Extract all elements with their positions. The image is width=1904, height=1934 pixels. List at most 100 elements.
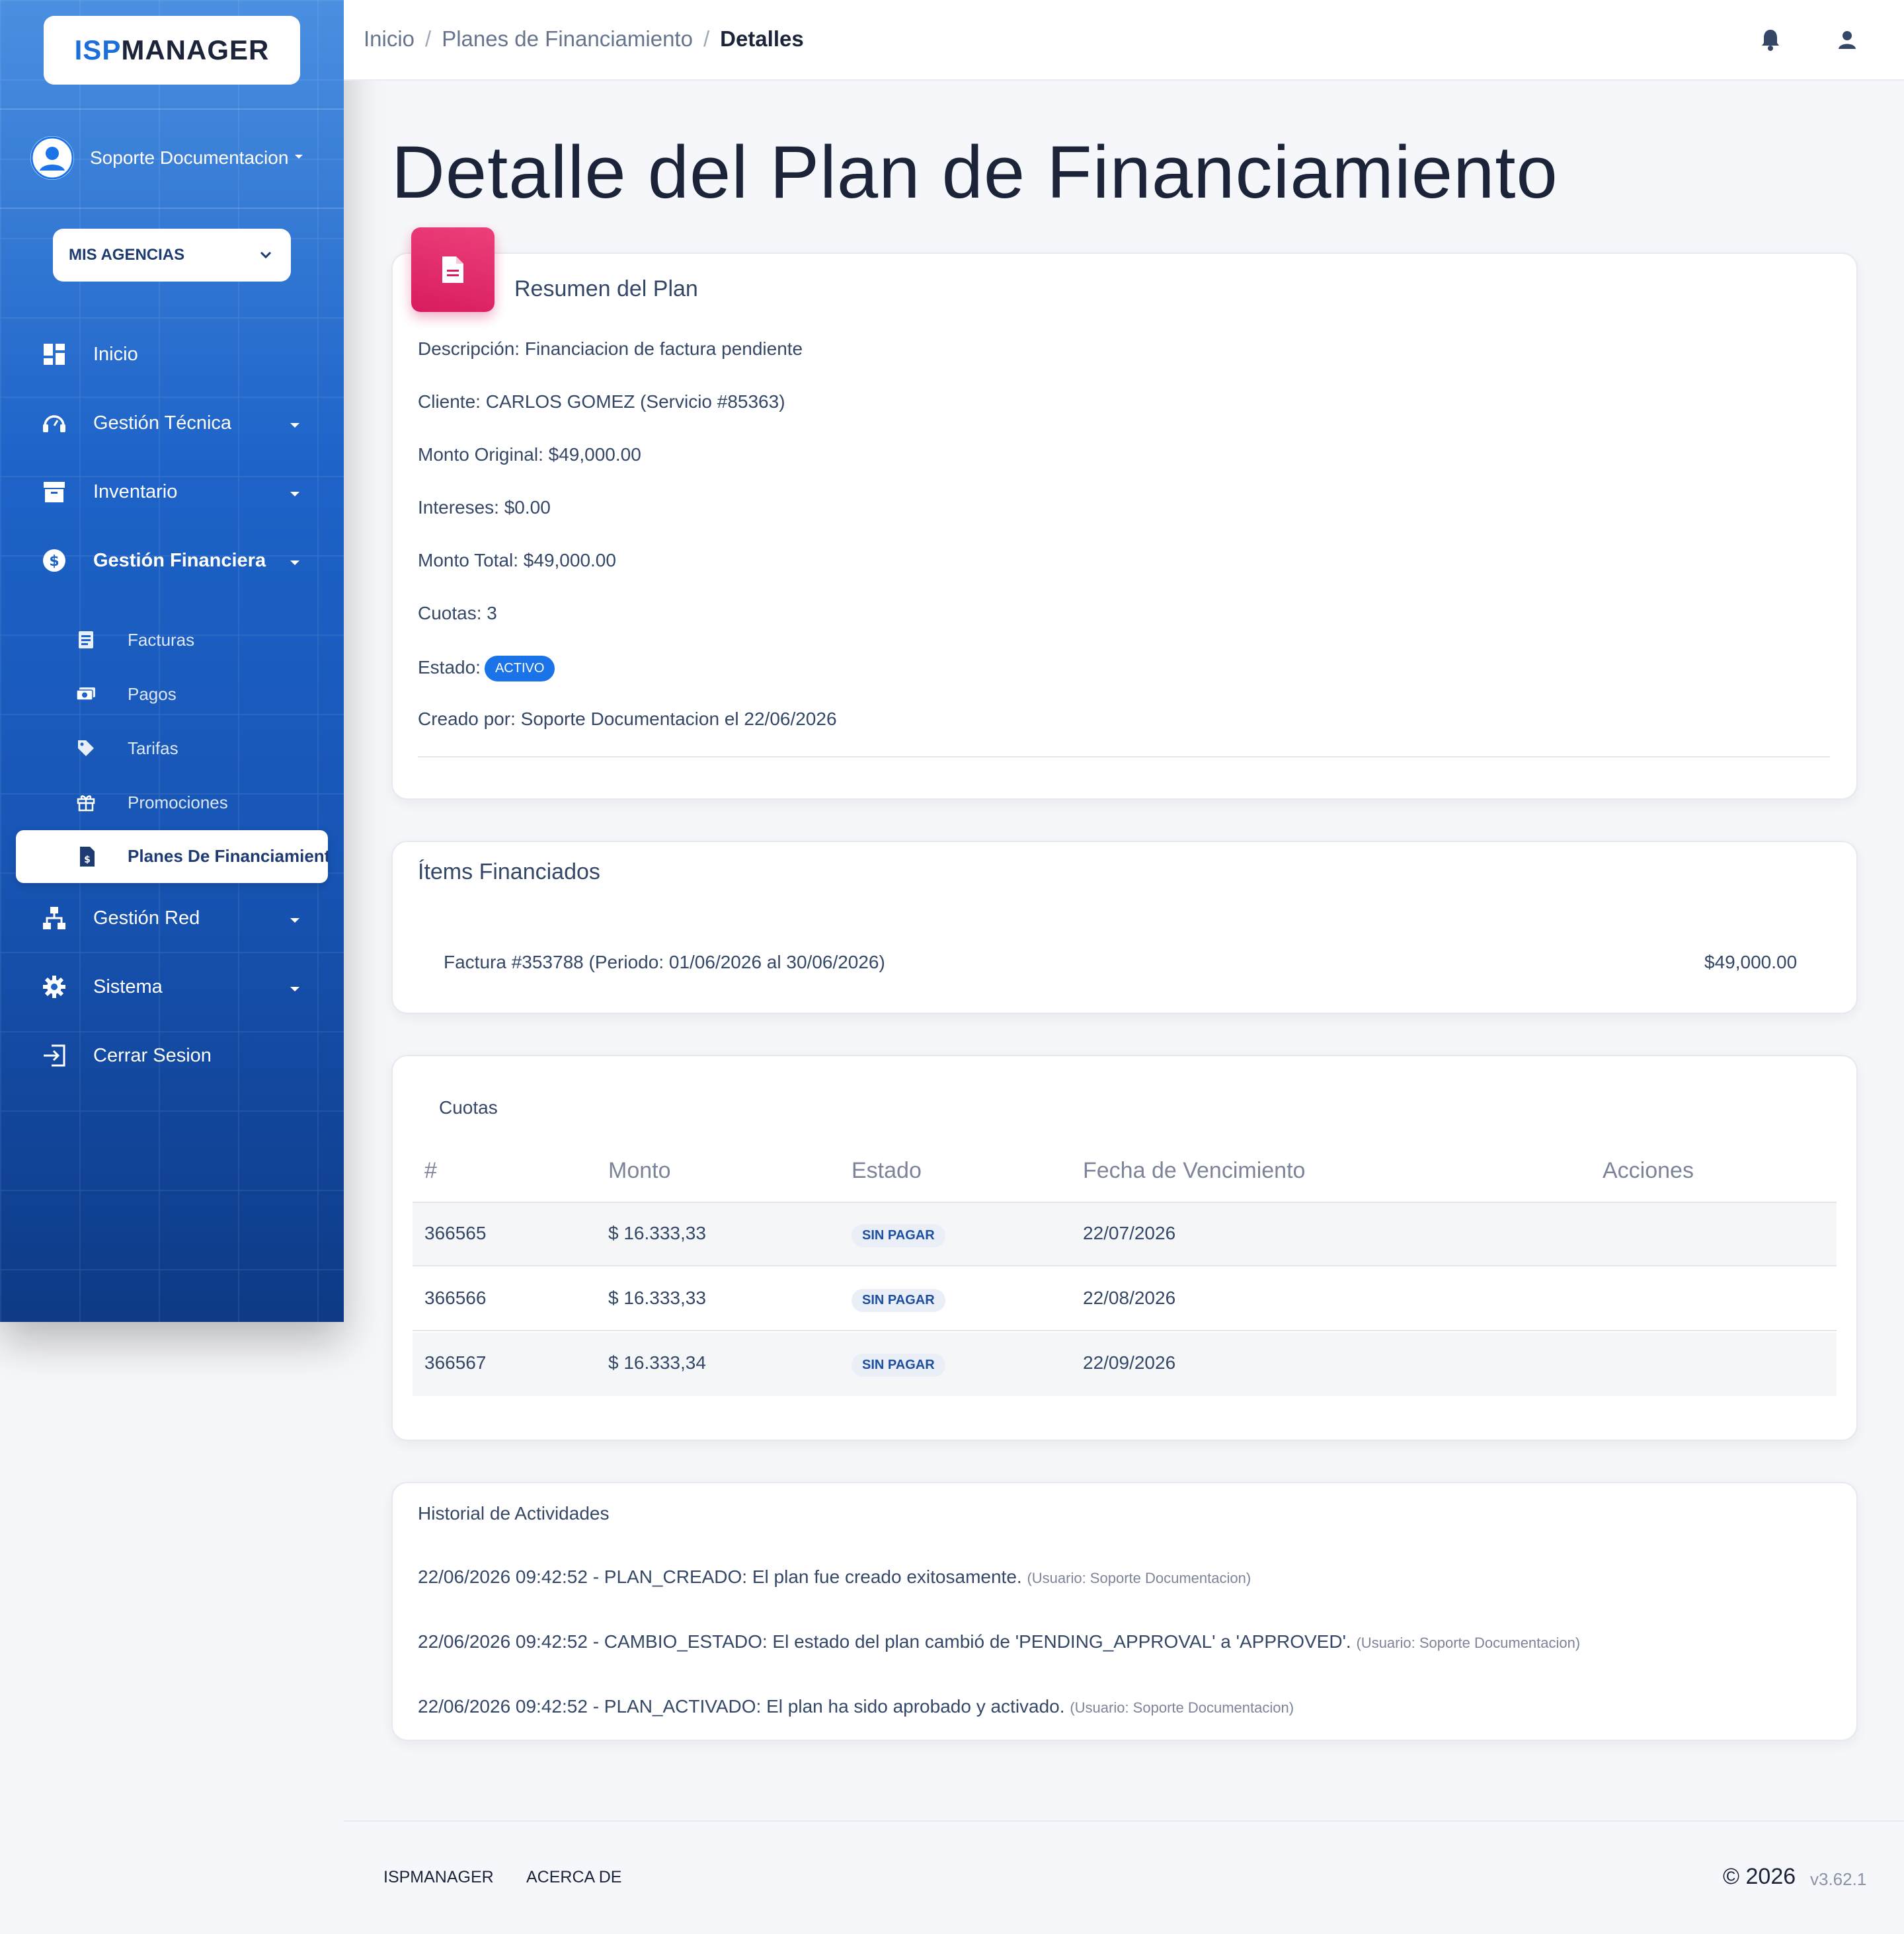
- user-menu[interactable]: Soporte Documentacion: [30, 136, 288, 180]
- app-logo[interactable]: ISP MANAGER: [44, 16, 300, 85]
- caret-down-icon: [290, 550, 300, 572]
- items-title: Ítems Financiados: [418, 859, 600, 884]
- nav-label: Gestión Financiera: [93, 549, 266, 571]
- nav-label: Inicio: [93, 343, 138, 365]
- table-row: 366566 $ 16.333,33 SIN PAGAR 22/08/2026: [413, 1268, 1837, 1331]
- nav-label: Gestión Red: [93, 907, 200, 929]
- agency-selector-label: MIS AGENCIAS: [69, 246, 185, 264]
- table-header-monto: Monto: [608, 1158, 671, 1183]
- summary-monto-total: Monto Total: $49,000.00: [418, 550, 616, 570]
- caret-down-icon: [290, 481, 300, 503]
- archive-box-icon: [41, 479, 67, 505]
- nav-item-cerrar-sesion[interactable]: Cerrar Sesion: [0, 1032, 344, 1079]
- top-navbar: Inicio / Planes de Financiamiento / Detalles: [344, 0, 1904, 81]
- receipt-icon: [75, 629, 97, 650]
- dollar-circle-icon: $: [41, 547, 67, 574]
- nav-item-gestion-tecnica[interactable]: Gestión Técnica: [0, 400, 344, 446]
- agency-selector[interactable]: MIS AGENCIAS: [53, 229, 291, 282]
- sidebar-item-promociones[interactable]: Promociones: [0, 783, 344, 822]
- nav-item-gestion-financiera[interactable]: $ Gestión Financiera: [0, 537, 344, 584]
- historial-title: Historial de Actividades: [418, 1503, 610, 1524]
- breadcrumb-home-link[interactable]: Inicio: [364, 26, 415, 51]
- support-headset-icon: [41, 410, 67, 436]
- logo-text-isp: ISP: [74, 34, 122, 65]
- file-invoice-dollar-icon: $: [75, 845, 99, 869]
- dashboard-icon: [41, 341, 67, 367]
- status-badge: ACTIVO: [484, 656, 555, 681]
- footer-link-ispmanager[interactable]: ISPMANAGER: [383, 1868, 494, 1887]
- status-badge: SIN PAGAR: [852, 1354, 945, 1377]
- nav-label: Promociones: [128, 792, 228, 812]
- nav-label: Planes De Financiamiento: [128, 846, 328, 866]
- footer-divider: [344, 1820, 1904, 1822]
- footer-copyright: © 2026: [1723, 1864, 1796, 1889]
- nav-label: Pagos: [128, 683, 177, 704]
- bell-icon[interactable]: [1757, 26, 1784, 53]
- tag-icon: [75, 738, 97, 759]
- cell-monto: $ 16.333,34: [608, 1352, 706, 1373]
- network-icon: [41, 905, 67, 931]
- svg-text:$: $: [84, 855, 91, 865]
- cuotas-title: Cuotas: [439, 1097, 498, 1118]
- sidebar-background-pattern: [0, 0, 344, 1322]
- sidebar-item-planes-de-financiamiento[interactable]: $ Planes De Financiamiento: [16, 830, 328, 883]
- money-bill-icon: [75, 683, 97, 705]
- sidebar-item-tarifas[interactable]: Tarifas: [0, 728, 344, 768]
- user-menu-caret-icon[interactable]: [294, 152, 304, 164]
- sidebar-item-pagos[interactable]: Pagos: [0, 674, 344, 714]
- nav-label: Facturas: [128, 629, 195, 650]
- status-badge: SIN PAGAR: [852, 1224, 945, 1247]
- page-title: Detalle del Plan de Financiamiento: [391, 131, 1558, 213]
- activity-entry: 22/06/2026 09:42:52 - CAMBIO_ESTADO: El …: [418, 1631, 1580, 1652]
- gift-icon: [75, 792, 97, 813]
- summary-title: Resumen del Plan: [514, 276, 698, 301]
- financed-items-card: [391, 841, 1858, 1014]
- cell-fecha: 22/09/2026: [1083, 1352, 1176, 1373]
- nav-label: Sistema: [93, 976, 163, 997]
- summary-estado: Estado: ACTIVO: [418, 656, 555, 681]
- user-name: Soporte Documentacion: [90, 147, 289, 168]
- nav-item-inicio[interactable]: Inicio: [0, 331, 344, 377]
- user-icon[interactable]: [1834, 26, 1860, 53]
- caret-down-icon: [290, 976, 300, 998]
- cell-fecha: 22/07/2026: [1083, 1223, 1176, 1243]
- logo-text-manager: MANAGER: [121, 34, 270, 65]
- gear-icon: [41, 974, 67, 1000]
- document-icon: [411, 227, 495, 312]
- user-avatar-icon: [30, 136, 74, 180]
- caret-down-icon: [290, 908, 300, 929]
- summary-cuotas: Cuotas: 3: [418, 603, 497, 623]
- nav-item-gestion-red[interactable]: Gestión Red: [0, 895, 344, 941]
- activity-user: (Usuario: Soporte Documentacion): [1356, 1635, 1581, 1651]
- activity-text: 22/06/2026 09:42:52 - CAMBIO_ESTADO: El …: [418, 1631, 1351, 1652]
- logout-icon: [41, 1042, 67, 1069]
- summary-intereses: Intereses: $0.00: [418, 497, 551, 518]
- summary-descripcion: Descripción: Financiacion de factura pen…: [418, 338, 803, 359]
- footer-link-acerca-de[interactable]: ACERCA DE: [526, 1868, 621, 1887]
- nav-label: Tarifas: [128, 738, 178, 758]
- summary-creado-por: Creado por: Soporte Documentacion el 22/…: [418, 709, 837, 729]
- activity-user: (Usuario: Soporte Documentacion): [1027, 1570, 1251, 1586]
- nav-item-sistema[interactable]: Sistema: [0, 964, 344, 1010]
- table-row: 366565 $ 16.333,33 SIN PAGAR 22/07/2026: [413, 1203, 1837, 1266]
- sidebar: ISP MANAGER Soporte Documentacion MIS AGE…: [0, 0, 344, 1322]
- table-header-fecha: Fecha de Vencimiento: [1083, 1158, 1306, 1183]
- cell-id: 366566: [424, 1288, 487, 1308]
- sidebar-divider: [0, 208, 344, 209]
- table-header-id: #: [424, 1158, 437, 1183]
- activity-user: (Usuario: Soporte Documentacion): [1070, 1699, 1294, 1716]
- breadcrumb-section-link[interactable]: Planes de Financiamiento: [442, 26, 693, 51]
- nav-label: Cerrar Sesion: [93, 1044, 212, 1066]
- cell-fecha: 22/08/2026: [1083, 1288, 1176, 1308]
- activity-text: 22/06/2026 09:42:52 - PLAN_CREADO: El pl…: [418, 1567, 1022, 1587]
- breadcrumb-current: Detalles: [720, 26, 804, 51]
- status-badge: SIN PAGAR: [852, 1289, 945, 1312]
- breadcrumb: Inicio / Planes de Financiamiento / Detalles: [364, 26, 804, 52]
- summary-cliente: Cliente: CARLOS GOMEZ (Servicio #85363): [418, 391, 785, 412]
- nav-label: Gestión Técnica: [93, 412, 232, 434]
- sidebar-item-facturas[interactable]: Facturas: [0, 620, 344, 660]
- activity-text: 22/06/2026 09:42:52 - PLAN_ACTIVADO: El …: [418, 1696, 1065, 1717]
- caret-down-icon: [290, 412, 300, 434]
- activity-entry: 22/06/2026 09:42:52 - PLAN_CREADO: El pl…: [418, 1567, 1251, 1588]
- nav-item-inventario[interactable]: Inventario: [0, 469, 344, 515]
